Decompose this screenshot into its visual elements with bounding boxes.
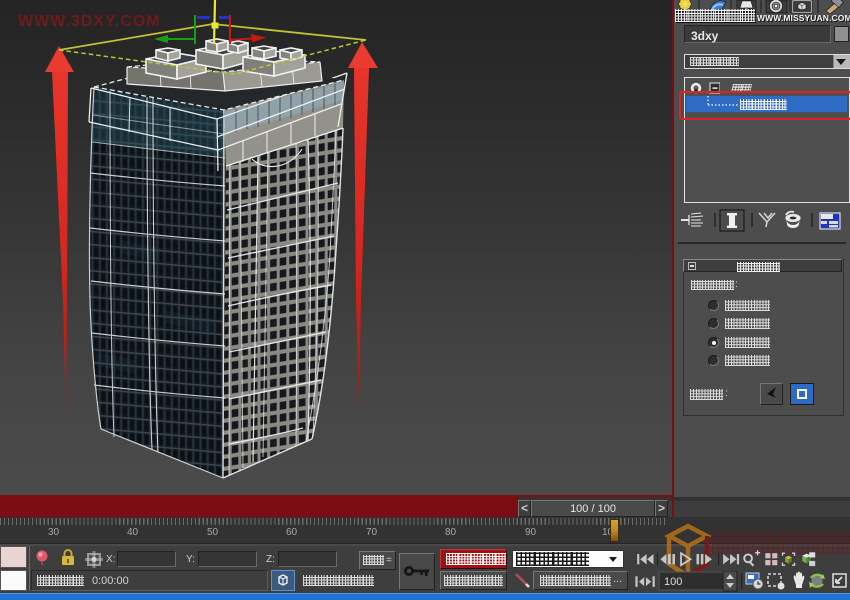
svg-text:100: 100 bbox=[664, 576, 682, 588]
